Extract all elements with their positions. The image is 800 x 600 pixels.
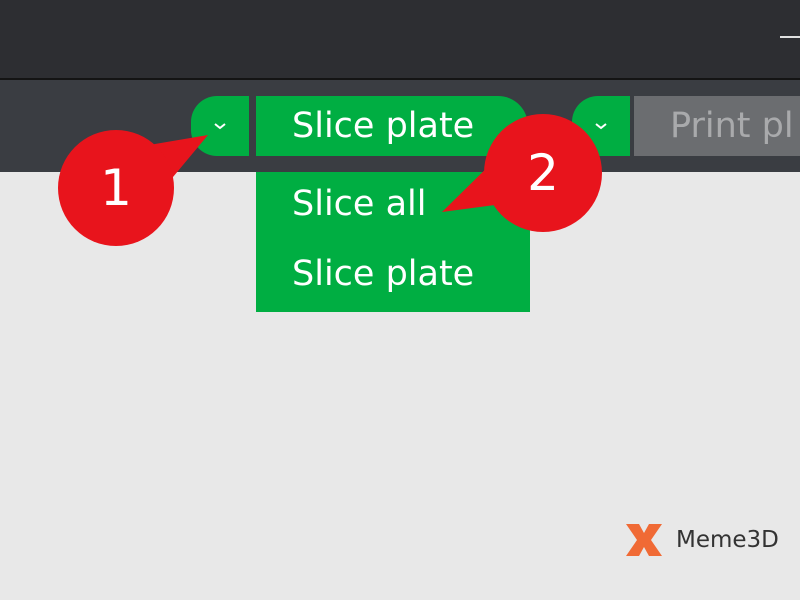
meme3d-logo-icon <box>626 524 662 556</box>
brand-watermark: Meme3D <box>626 524 779 556</box>
callout-pointers <box>108 135 556 212</box>
callout-number-2: 2 <box>527 144 559 202</box>
brand-name: Meme3D <box>676 527 779 553</box>
callout-number-1: 1 <box>100 159 132 217</box>
callout-badge-1: 1 <box>58 130 174 246</box>
callout-badge-2: 2 <box>484 114 602 232</box>
